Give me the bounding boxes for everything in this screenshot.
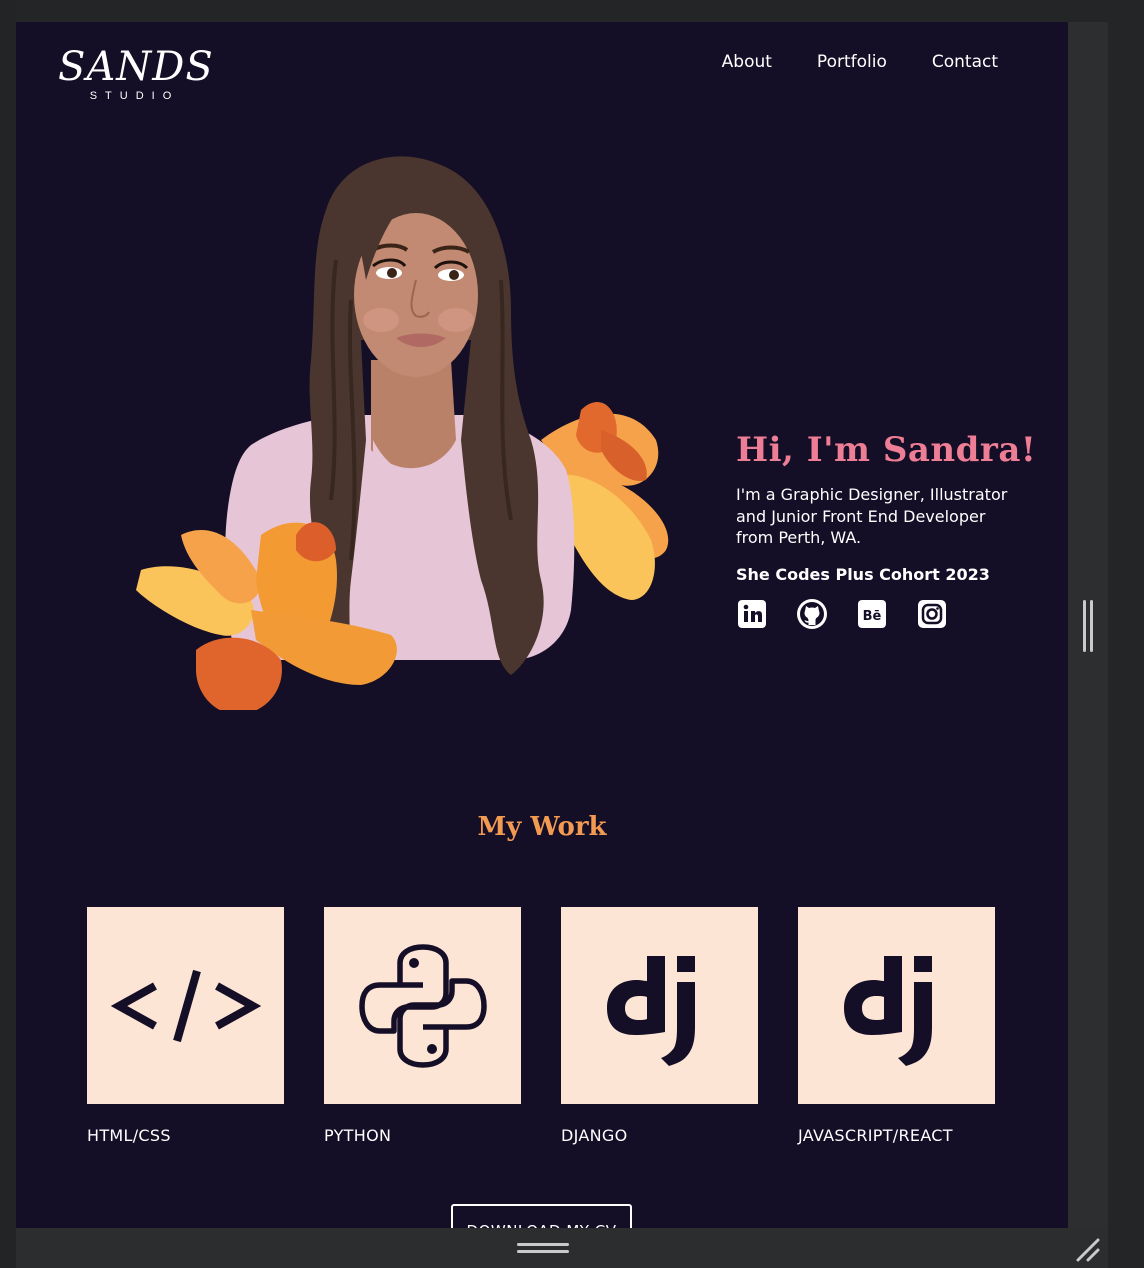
work-card-label: JAVASCRIPT/REACT: [798, 1126, 953, 1145]
vertical-resize-handle[interactable]: [1082, 600, 1094, 652]
my-work-heading: My Work: [477, 812, 607, 842]
code-icon: [110, 969, 261, 1042]
main-nav: About Portfolio Contact: [722, 52, 998, 72]
nav-link-about[interactable]: About: [722, 52, 772, 72]
portrait-illustration: [136, 156, 669, 710]
logo-wordmark: SANDS: [58, 44, 214, 90]
hero-title: Hi, I'm Sandra!: [736, 430, 1037, 470]
work-card-django[interactable]: DJANGO: [561, 907, 758, 1145]
window-left-edge: [0, 0, 16, 1268]
linkedin-icon[interactable]: [736, 598, 768, 630]
page-viewport: SANDS STUDIO About Portfolio Contact Hi,…: [16, 22, 1068, 1228]
work-card-tile[interactable]: [561, 907, 758, 1104]
python-icon: [358, 943, 487, 1068]
work-card-python[interactable]: PYTHON: [324, 907, 521, 1145]
work-card-tile[interactable]: [324, 907, 521, 1104]
horizontal-resize-handle[interactable]: [517, 1243, 569, 1255]
logo-subtitle: STUDIO: [89, 90, 180, 102]
window-top-bar: [0, 0, 1144, 22]
window-right-edge: [1108, 0, 1144, 1268]
behance-icon[interactable]: Bē: [856, 598, 888, 630]
instagram-icon[interactable]: [916, 598, 948, 630]
work-card-tile[interactable]: [798, 907, 995, 1104]
work-card-label: DJANGO: [561, 1126, 628, 1145]
work-cards: HTML/CSS PYTHON DJANGO JAVASCRIPT/REACT: [87, 907, 995, 1145]
logo[interactable]: SANDS STUDIO: [58, 44, 214, 106]
work-card-html-css[interactable]: HTML/CSS: [87, 907, 284, 1145]
hero-cohort: She Codes Plus Cohort 2023: [736, 564, 990, 584]
github-icon[interactable]: [796, 598, 828, 630]
social-links: Bē: [736, 598, 1056, 630]
download-cv-button[interactable]: DOWNLOAD MY CV: [451, 1204, 632, 1228]
resize-grip-icon[interactable]: [1074, 1236, 1102, 1262]
hero-intro: Hi, I'm Sandra! I'm a Graphic Designer, …: [736, 430, 1056, 630]
nav-link-contact[interactable]: Contact: [932, 52, 998, 72]
django-icon: [606, 955, 695, 1066]
svg-text:Bē: Bē: [863, 609, 882, 624]
django-icon: [843, 955, 932, 1066]
work-card-label: HTML/CSS: [87, 1126, 171, 1145]
nav-link-portfolio[interactable]: Portfolio: [817, 52, 887, 72]
work-card-tile[interactable]: [87, 907, 284, 1104]
hero-description: I'm a Graphic Designer, Illustrator and …: [736, 485, 1008, 547]
work-card-label: PYTHON: [324, 1126, 392, 1145]
work-card-javascript-react[interactable]: JAVASCRIPT/REACT: [798, 907, 995, 1145]
